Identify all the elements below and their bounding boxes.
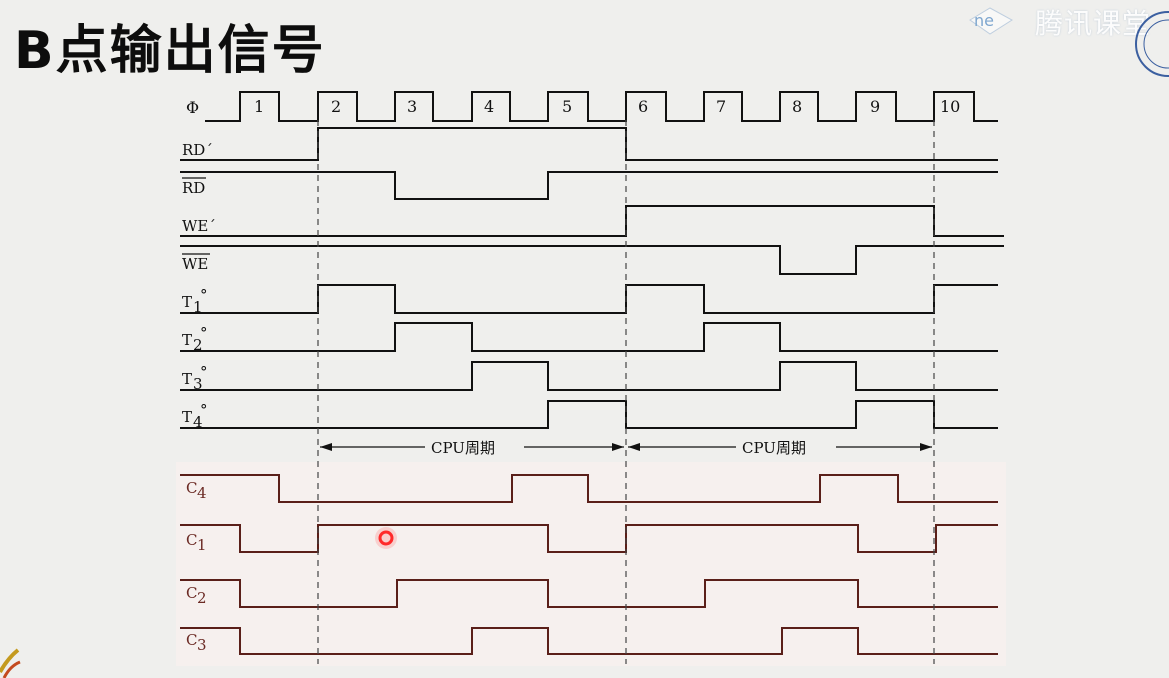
- clock-number: 2: [331, 97, 341, 116]
- cpu-cycle-label-2: CPU周期: [742, 439, 806, 457]
- corner-decoration-icon: [0, 648, 21, 678]
- clock-number: 9: [870, 97, 880, 116]
- c3-label: C: [186, 631, 197, 649]
- c4-label-sub: 4: [197, 484, 207, 502]
- clock-number: 1: [254, 97, 264, 116]
- arrow-head-icon: [628, 443, 640, 451]
- t3-label-deg: °: [200, 363, 208, 381]
- t4-label: T: [182, 408, 192, 426]
- arrow-head-icon: [320, 443, 332, 451]
- c4-label: C: [186, 479, 197, 497]
- c3-label-sub: 3: [197, 636, 207, 654]
- we-bar-label: WE: [182, 255, 208, 273]
- clock-number: 4: [484, 97, 494, 116]
- clock-number: 5: [562, 97, 572, 116]
- t1-waveform: [180, 284, 998, 314]
- we-prime-label: WE´: [182, 217, 216, 235]
- laser-pointer-icon: [375, 527, 397, 549]
- timing-diagram: CPU周期 CPU周期 Φ 1 2 3 4 5 6 7 8 9 10 RD´ R…: [0, 91, 1004, 678]
- we-bar-waveform: [180, 245, 1004, 275]
- t1-label-deg: °: [200, 286, 208, 304]
- c2-waveform: [180, 579, 998, 608]
- c3-waveform: [180, 627, 998, 655]
- arrow-head-icon: [612, 443, 624, 451]
- c1-label-sub: 1: [197, 536, 207, 554]
- clock-number: 10: [940, 97, 960, 116]
- clock-number: 6: [638, 97, 648, 116]
- t2-waveform: [180, 322, 998, 352]
- rd-prime-label: RD´: [182, 141, 213, 159]
- c2-label: C: [186, 584, 197, 602]
- rd-prime-waveform: [180, 127, 998, 161]
- t3-waveform: [180, 361, 998, 391]
- c1-waveform: [180, 524, 998, 553]
- arrow-head-icon: [920, 443, 932, 451]
- t4-label-deg: °: [200, 401, 208, 419]
- t2-label: T: [182, 331, 192, 349]
- t2-label-deg: °: [200, 324, 208, 342]
- c1-label: C: [186, 531, 197, 549]
- cpu-cycle-label-1: CPU周期: [431, 439, 495, 457]
- rd-bar-waveform: [180, 171, 998, 200]
- clock-number: 3: [407, 97, 417, 116]
- c4-waveform: [180, 474, 998, 503]
- clock-number: 7: [716, 97, 726, 116]
- rd-bar-label: RD: [182, 179, 205, 197]
- clock-label: Φ: [186, 98, 199, 117]
- t1-label: T: [182, 293, 192, 311]
- t4-waveform: [180, 400, 998, 429]
- c2-label-sub: 2: [197, 589, 207, 607]
- we-prime-waveform: [180, 205, 1004, 237]
- clock-number: 8: [792, 97, 802, 116]
- t3-label: T: [182, 370, 192, 388]
